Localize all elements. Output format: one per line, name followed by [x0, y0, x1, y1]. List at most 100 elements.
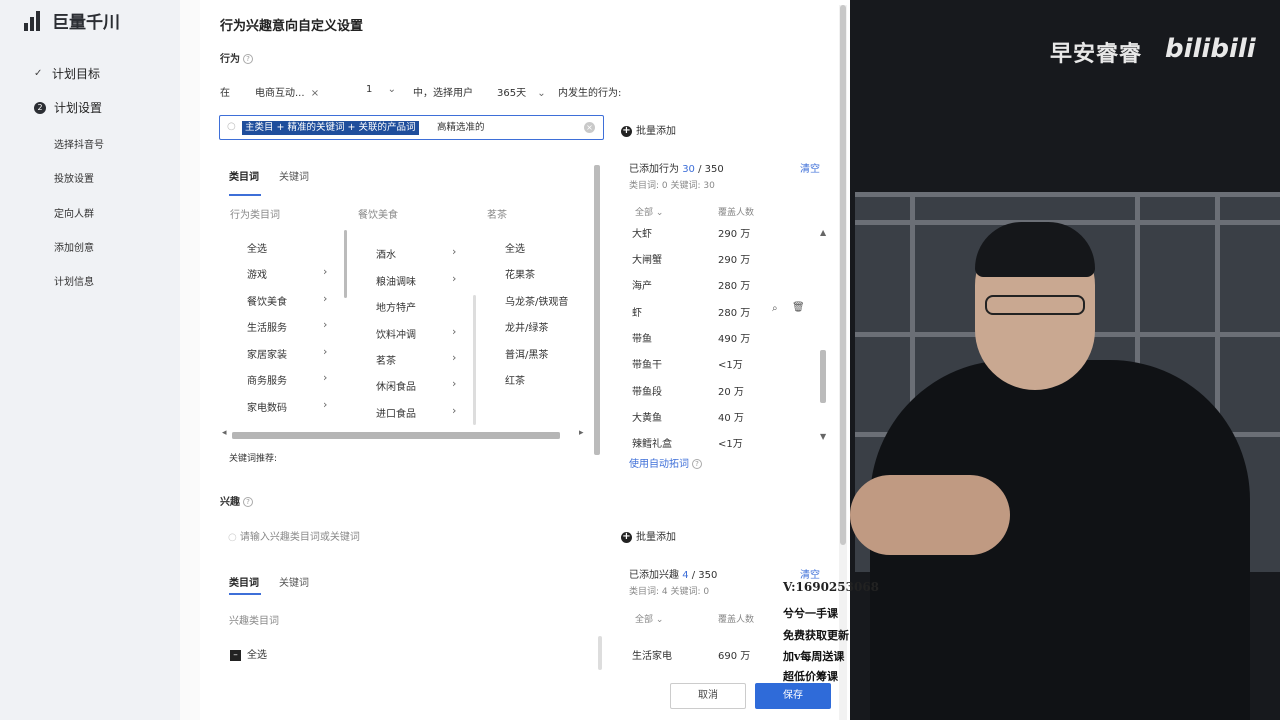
nav-label: 计划目标: [52, 67, 101, 81]
interest-scrollbar[interactable]: [598, 636, 602, 670]
added-row-cover: 490 万: [718, 334, 751, 345]
col3-item[interactable]: 龙井/绿茶: [505, 319, 548, 334]
interest-select-all[interactable]: – 全选: [230, 646, 267, 661]
clear-interests-button[interactable]: 清空: [800, 566, 820, 581]
picker-vertical-scrollbar[interactable]: [594, 165, 600, 455]
tab-keywords[interactable]: 关键词: [279, 168, 309, 183]
col3-item[interactable]: 红茶: [505, 372, 525, 387]
batch-add-button[interactable]: + 批量添加: [621, 122, 676, 137]
interest-batch-add-button[interactable]: + 批量添加: [621, 528, 676, 543]
delete-icon[interactable]: 🗑: [792, 302, 805, 313]
filter-all-select[interactable]: 全部 ⌄: [635, 205, 663, 218]
col2-item[interactable]: 休闲食品: [376, 378, 416, 393]
item-label: 进口食品: [376, 409, 416, 420]
scroll-up-icon[interactable]: ▲: [820, 228, 826, 237]
col1-item[interactable]: 家居家装: [247, 346, 287, 361]
nav-plan-info[interactable]: 计划信息: [54, 273, 94, 288]
col2-item-selected[interactable]: 茗茶: [376, 352, 396, 367]
added-row-word: 辣鳕礼盒: [632, 439, 672, 450]
search-selected-text: 主类目 + 精准的关键词 + 关联的产品词: [242, 121, 419, 135]
logo-text: 巨量千川: [52, 13, 120, 33]
col2-item[interactable]: 地方特产: [376, 299, 416, 314]
col3-item[interactable]: 普洱/黑茶: [505, 346, 548, 361]
item-label: 生活服务: [247, 323, 287, 334]
interest-label-text: 兴趣: [220, 497, 240, 508]
col2-item[interactable]: 饮料冲调: [376, 326, 416, 341]
chevron-right-icon: ›: [323, 398, 328, 411]
cancel-button[interactable]: 取消: [670, 683, 746, 709]
cover-header: 覆盖人数: [718, 208, 755, 218]
bilibili-logo: bilibili: [1165, 34, 1256, 64]
col2-scrollbar[interactable]: [344, 230, 347, 298]
nav-label: 定向人群: [54, 209, 94, 220]
nav-select-douyin[interactable]: 选择抖音号: [54, 136, 104, 151]
scroll-right-icon[interactable]: ▸: [579, 428, 584, 438]
nav-delivery-settings[interactable]: 投放设置: [54, 170, 94, 185]
interest-tab-keywords[interactable]: 关键词: [279, 574, 309, 589]
col1-item[interactable]: 商务服务: [247, 372, 287, 387]
added-row-cover: 20 万: [718, 387, 744, 398]
active-tab-underline: [229, 194, 261, 196]
nav-plan-goal[interactable]: ✓ 计划目标: [34, 65, 100, 82]
nav-target-audience[interactable]: 定向人群: [54, 205, 94, 220]
modal-scrollbar[interactable]: [839, 5, 847, 720]
horizontal-scroll-thumb[interactable]: [232, 432, 560, 439]
item-label: 酒水: [376, 250, 396, 261]
scene-select[interactable]: 电商互动... ×: [255, 84, 319, 99]
item-label: 休闲食品: [376, 382, 416, 393]
count-select[interactable]: 1 ⌄: [366, 84, 396, 95]
clear-behaviors-button[interactable]: 清空: [800, 160, 820, 175]
modal-title: 行为兴趣意向自定义设置: [220, 19, 364, 34]
scroll-left-icon[interactable]: ◂: [222, 428, 227, 438]
condition-prefix: 在: [220, 88, 230, 99]
added-behavior-header: 已添加行为 30 / 350: [629, 164, 724, 175]
col2-item[interactable]: 粮油调味: [376, 273, 416, 288]
promo-line: 加v每周送课: [783, 650, 845, 663]
chevron-down-icon: ⌄: [655, 208, 664, 218]
save-button[interactable]: 保存: [755, 683, 831, 709]
chevron-down-icon: ⌄: [537, 88, 546, 99]
help-icon[interactable]: ?: [692, 459, 702, 469]
added-max: 350: [704, 164, 724, 175]
chevron-right-icon: ›: [323, 345, 328, 358]
col3-header: 茗茶: [487, 210, 507, 221]
chevron-right-icon: ›: [323, 371, 328, 384]
tab-category-words[interactable]: 类目词: [229, 168, 259, 183]
col3-item[interactable]: 乌龙茶/铁观音: [505, 293, 568, 308]
search-icon[interactable]: ⌕: [772, 303, 778, 314]
modal-scroll-thumb[interactable]: [840, 5, 846, 545]
remove-tag-icon[interactable]: ×: [311, 88, 319, 99]
promo-line: 超低价筹课: [783, 670, 838, 683]
checkbox-indeterminate-icon[interactable]: –: [230, 649, 241, 661]
behavior-search-input[interactable]: ○ 主类目 + 精准的关键词 + 关联的产品词 高精选准的 ×: [219, 115, 604, 140]
interest-search-input[interactable]: ○ 请输入兴趣类目词或关键词: [228, 528, 360, 543]
nav-label: 计划设置: [54, 101, 103, 115]
item-label: 家电数码: [247, 403, 287, 414]
glasses: [985, 295, 1085, 315]
nav-plan-settings[interactable]: 2 计划设置: [34, 99, 102, 116]
added-list-scrollbar[interactable]: [820, 350, 826, 403]
auto-expand-words-link[interactable]: 使用自动拓词?: [629, 455, 702, 470]
col1-item[interactable]: 游戏: [247, 266, 267, 281]
help-icon[interactable]: ?: [243, 497, 253, 507]
interest-tab-category[interactable]: 类目词: [229, 574, 259, 589]
interest-row-word: 生活家电: [632, 651, 672, 662]
interest-filter-all-select[interactable]: 全部 ⌄: [635, 612, 663, 625]
clear-icon[interactable]: ×: [584, 122, 595, 133]
added-behavior-sub: 类目词: 0 关键词: 30: [629, 181, 715, 191]
added-row-word: 大闸蟹: [632, 255, 662, 266]
col2-item[interactable]: 进口食品: [376, 405, 416, 420]
col3-item[interactable]: 花果茶: [505, 266, 535, 281]
filter-all-label: 全部: [635, 208, 654, 218]
col1-item[interactable]: 家电数码: [247, 399, 287, 414]
chevron-right-icon: ›: [452, 245, 457, 258]
col3-item[interactable]: 全选: [505, 240, 525, 255]
col1-item-selected[interactable]: 餐饮美食: [247, 293, 287, 308]
col2-item[interactable]: 酒水: [376, 246, 396, 261]
nav-add-creative[interactable]: 添加创意: [54, 239, 94, 254]
col1-item[interactable]: 全选: [247, 240, 267, 255]
days-select[interactable]: 365天 ⌄: [497, 84, 546, 99]
scroll-down-icon[interactable]: ▼: [820, 432, 826, 441]
help-icon[interactable]: ?: [243, 54, 253, 64]
col1-item[interactable]: 生活服务: [247, 319, 287, 334]
